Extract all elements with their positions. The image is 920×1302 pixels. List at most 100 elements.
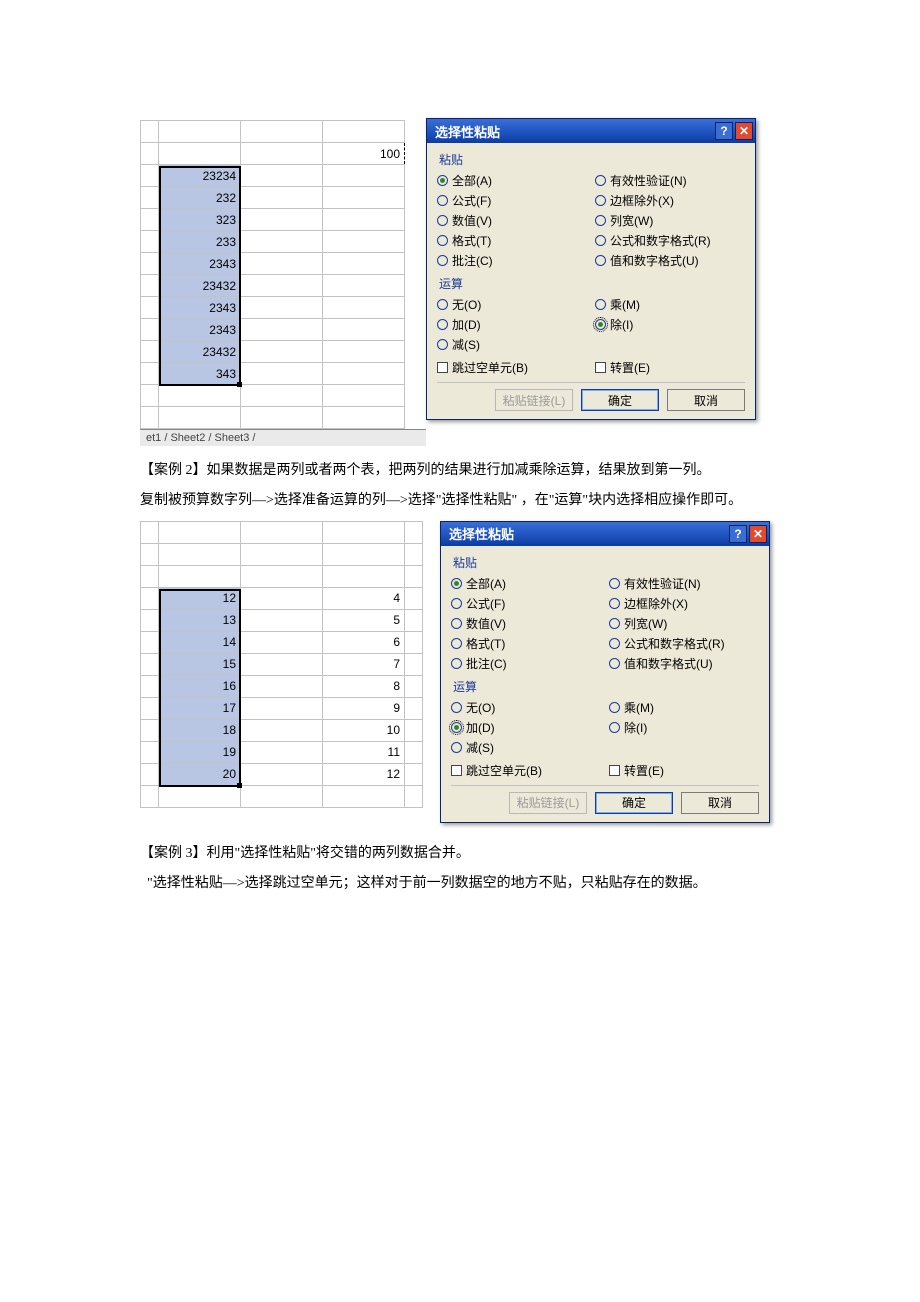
opt-except-border[interactable]: 边框除外(X) [609,595,759,612]
op-add[interactable]: 加(D) [451,719,601,736]
selection-handle-2[interactable] [237,783,242,788]
ok-button[interactable]: 确定 [581,389,659,411]
cell-a9[interactable]: 23432 [159,341,241,363]
skip-blanks-check[interactable]: 跳过空单元(B) [451,762,601,779]
cell-a1b[interactable]: 12 [159,587,241,609]
cell-a1[interactable]: 23234 [159,165,241,187]
cell-a2b[interactable]: 13 [159,609,241,631]
radio-icon [437,299,448,310]
close-icon[interactable]: ✕ [735,122,753,140]
cancel-button[interactable]: 取消 [681,792,759,814]
opt-all-label: 全部(A) [466,575,506,592]
cancel-button[interactable]: 取消 [667,389,745,411]
marquee-cell[interactable]: 100 [323,143,405,165]
op-none-label: 无(O) [466,699,495,716]
cell-a6[interactable]: 23432 [159,275,241,297]
cell-c6[interactable]: 9 [323,697,405,719]
cell-a3b[interactable]: 14 [159,631,241,653]
opt-validation[interactable]: 有效性验证(N) [595,172,745,189]
opt-comments-label: 批注(C) [452,252,493,269]
cell-a3[interactable]: 323 [159,209,241,231]
checkbox-icon [595,362,606,373]
opt-all[interactable]: 全部(A) [451,575,601,592]
cell-c3[interactable]: 6 [323,631,405,653]
dialog-titlebar[interactable]: 选择性粘贴 ? ✕ [427,119,755,143]
op-div-label: 除(I) [624,719,647,736]
opt-value-num[interactable]: 值和数字格式(U) [609,655,759,672]
cell-a6b[interactable]: 17 [159,697,241,719]
cell-a4[interactable]: 233 [159,231,241,253]
cell-c5[interactable]: 8 [323,675,405,697]
op-div[interactable]: 除(I) [595,316,745,333]
op-mul[interactable]: 乘(M) [595,296,745,313]
cell-c9[interactable]: 12 [323,763,405,785]
selection-handle-1[interactable] [237,382,242,387]
help-icon[interactable]: ? [729,525,747,543]
radio-icon [595,215,606,226]
op-add[interactable]: 加(D) [437,316,587,333]
opt-formats[interactable]: 格式(T) [437,232,587,249]
opt-colwidth[interactable]: 列宽(W) [609,615,759,632]
radio-icon [609,578,620,589]
transpose-check[interactable]: 转置(E) [609,762,759,779]
cell-a8[interactable]: 2343 [159,319,241,341]
dialog-titlebar[interactable]: 选择性粘贴 ? ✕ [441,522,769,546]
cell-c7[interactable]: 10 [323,719,405,741]
spreadsheet-1[interactable]: 100 23234 232 323 233 2343 23432 2343 23… [140,120,426,446]
cell-a7b[interactable]: 18 [159,719,241,741]
op-group-label: 运算 [453,678,759,695]
radio-icon [437,175,448,186]
opt-validation-label: 有效性验证(N) [610,172,687,189]
op-none[interactable]: 无(O) [451,699,601,716]
para-case3-body: "选择性粘贴—>选择跳过空单元；这样对于前一列数据空的地方不贴，只粘贴存在的数据… [140,873,780,895]
opt-all-label: 全部(A) [452,172,492,189]
opt-formulas[interactable]: 公式(F) [451,595,601,612]
sheet-tabs[interactable]: et1 / Sheet2 / Sheet3 / [140,429,426,446]
opt-formats[interactable]: 格式(T) [451,635,601,652]
help-icon[interactable]: ? [715,122,733,140]
dialog-title: 选择性粘贴 [435,122,500,141]
cell-a5[interactable]: 2343 [159,253,241,275]
cell-a5b[interactable]: 16 [159,675,241,697]
opt-comments[interactable]: 批注(C) [437,252,587,269]
opt-except-border[interactable]: 边框除外(X) [595,192,745,209]
skip-blanks-label: 跳过空单元(B) [452,359,528,376]
opt-formula-num[interactable]: 公式和数字格式(R) [609,635,759,652]
skip-blanks-check[interactable]: 跳过空单元(B) [437,359,587,376]
transpose-check[interactable]: 转置(E) [595,359,745,376]
opt-formula-num-label: 公式和数字格式(R) [610,232,711,249]
ok-button[interactable]: 确定 [595,792,673,814]
opt-all[interactable]: 全部(A) [437,172,587,189]
cell-a10[interactable]: 343 [159,363,241,385]
opt-colwidth[interactable]: 列宽(W) [595,212,745,229]
opt-value-num[interactable]: 值和数字格式(U) [595,252,745,269]
op-none[interactable]: 无(O) [437,296,587,313]
opt-values[interactable]: 数值(V) [437,212,587,229]
opt-validation[interactable]: 有效性验证(N) [609,575,759,592]
close-icon[interactable]: ✕ [749,525,767,543]
cell-c8[interactable]: 11 [323,741,405,763]
cell-a9b[interactable]: 20 [159,763,241,785]
cell-c4[interactable]: 7 [323,653,405,675]
op-div[interactable]: 除(I) [609,719,759,736]
cell-a7[interactable]: 2343 [159,297,241,319]
opt-formulas[interactable]: 公式(F) [437,192,587,209]
op-sub-label: 减(S) [452,336,480,353]
radio-icon [437,235,448,246]
sheet-grid-2[interactable]: 12 4 13 5 14 6 15 7 16 8 17 9 18 10 19 11 20 12 [140,521,423,808]
sheet-grid-1[interactable]: 100 23234 232 323 233 2343 23432 2343 23… [140,120,405,429]
cell-c1[interactable]: 4 [323,587,405,609]
opt-comments[interactable]: 批注(C) [451,655,601,672]
cell-c2[interactable]: 5 [323,609,405,631]
cell-a2[interactable]: 232 [159,187,241,209]
op-mul[interactable]: 乘(M) [609,699,759,716]
op-sub[interactable]: 减(S) [437,336,587,353]
opt-formulas-label: 公式(F) [452,192,491,209]
cell-a8b[interactable]: 19 [159,741,241,763]
op-sub[interactable]: 减(S) [451,739,601,756]
opt-values[interactable]: 数值(V) [451,615,601,632]
opt-comments-label: 批注(C) [466,655,507,672]
opt-formula-num[interactable]: 公式和数字格式(R) [595,232,745,249]
spreadsheet-2[interactable]: 12 4 13 5 14 6 15 7 16 8 17 9 18 10 19 11 20 12 [140,521,440,808]
cell-a4b[interactable]: 15 [159,653,241,675]
